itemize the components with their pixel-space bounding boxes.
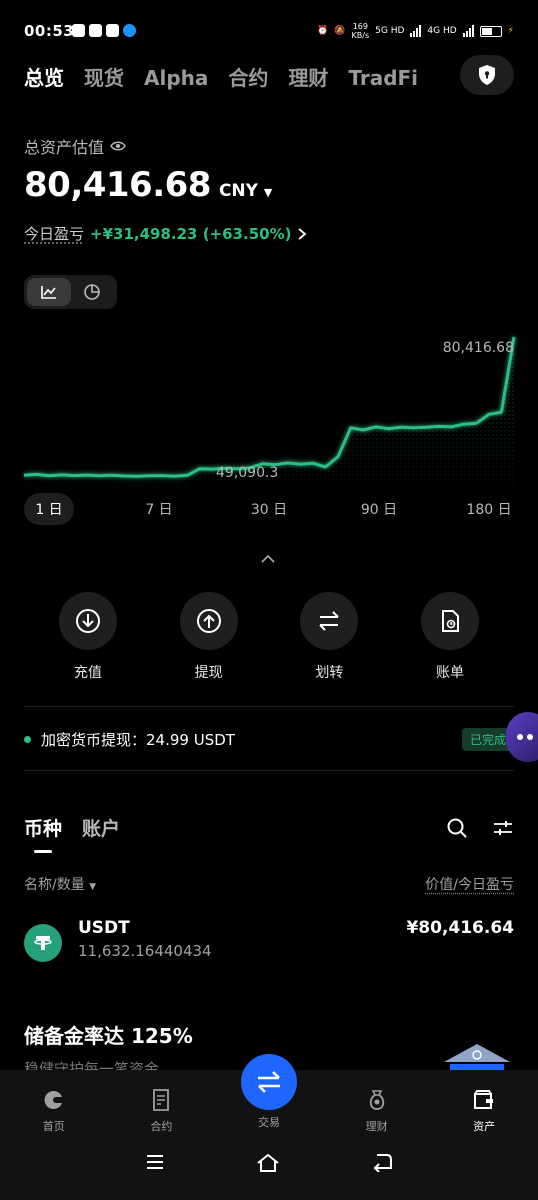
transfer-icon: [300, 592, 359, 650]
coin-symbol: USDT: [78, 918, 130, 938]
app-notification-icon: [72, 24, 85, 37]
deposit-button[interactable]: 充值: [58, 592, 118, 682]
search-icon[interactable]: [446, 817, 468, 839]
range-90d[interactable]: 90 日: [354, 493, 404, 525]
home-icon: [44, 1091, 62, 1109]
status-right: ⏰ 🔕 169 KB/s 5G HD 4G HD ⚡: [317, 22, 514, 40]
tab-tradfi[interactable]: TradFi: [348, 66, 418, 90]
nav-home[interactable]: 首页: [19, 1088, 89, 1134]
currency-selector[interactable]: CNY ▼: [219, 181, 272, 201]
qq-notification-icon: [123, 24, 136, 37]
today-pnl[interactable]: 今日盈亏 +¥31,498.23 (+63.50%): [24, 223, 307, 244]
tab-futures[interactable]: 合约: [228, 62, 268, 91]
range-30d[interactable]: 30 日: [244, 493, 294, 525]
filter-icon[interactable]: [492, 817, 514, 839]
list-item[interactable]: USDT 11,632.16440434 ¥80,416.64: [24, 918, 514, 970]
contract-icon: [153, 1089, 170, 1111]
nav-contract[interactable]: 合约: [126, 1088, 196, 1134]
trade-icon: [258, 1071, 280, 1093]
divider: [24, 770, 514, 771]
withdrawal-notice[interactable]: 加密货币提现：24.99 USDT 已完成: [24, 728, 514, 751]
coin-info: USDT 11,632.16440434: [78, 918, 212, 960]
nav-earn[interactable]: 理财: [342, 1088, 412, 1134]
chart-type-toggle: [24, 275, 117, 309]
line-chart-icon: [40, 286, 56, 299]
notification-icons: [72, 24, 136, 37]
pnl-value: +¥31,498.23 (+63.50%): [90, 224, 292, 243]
quick-actions: 充值 提现 划转 账单: [24, 592, 514, 682]
chat-notification-icon: [106, 24, 119, 37]
notice-text: 加密货币提现：24.99 USDT: [41, 731, 235, 749]
total-value: 80,416.68: [24, 165, 211, 205]
tab-spot[interactable]: 现货: [84, 62, 124, 91]
mute-icon: 🔕: [334, 26, 346, 36]
divider: [24, 706, 514, 707]
home-system-icon[interactable]: [256, 1152, 280, 1174]
floating-assistant-icon[interactable]: [506, 712, 538, 762]
charging-icon: ⚡: [507, 26, 514, 36]
tab-alpha[interactable]: Alpha: [144, 66, 208, 90]
time-range-selector: 1 日 7 日 30 日 90 日 180 日: [24, 493, 514, 525]
tab-coins[interactable]: 币种: [24, 814, 62, 853]
coin-value: ¥80,416.64: [406, 918, 514, 938]
estimate-label: 总资产估值: [24, 134, 126, 158]
reserve-title: 储备金率达 125%: [24, 1024, 193, 1048]
range-180d[interactable]: 180 日: [464, 493, 514, 525]
bank-illustration-icon: [444, 1044, 510, 1074]
network-speed: 169 KB/s: [351, 22, 370, 40]
transfer-button[interactable]: 划转: [299, 592, 359, 682]
tab-earn[interactable]: 理财: [288, 62, 328, 91]
network-5g: 5G HD: [375, 26, 405, 36]
total-balance: 80,416.68 CNY ▼: [24, 165, 272, 205]
column-headers: 名称/数量 ▼ 价值/今日盈亏: [24, 874, 514, 894]
status-dot: [24, 736, 31, 743]
caret-down-icon: ▼: [263, 186, 273, 199]
coin-amount: 11,632.16440434: [78, 942, 212, 960]
bill-button[interactable]: 账单: [420, 592, 480, 682]
mail-notification-icon: [89, 24, 102, 37]
pie-chart-toggle[interactable]: [71, 278, 115, 306]
deposit-icon: [59, 592, 117, 650]
tab-overview[interactable]: 总览: [24, 62, 64, 91]
chart-min-label: 49,090.3: [216, 465, 279, 481]
caret-down-icon: ▼: [89, 882, 97, 892]
withdraw-icon: [179, 592, 238, 650]
withdraw-button[interactable]: 提现: [179, 592, 239, 682]
shield-icon: [479, 65, 495, 85]
asset-tabs: 币种 账户: [24, 814, 120, 853]
network-4g: 4G HD: [427, 26, 457, 36]
line-chart-toggle[interactable]: [27, 278, 71, 306]
trade-button[interactable]: [241, 1054, 297, 1110]
range-7d[interactable]: 7 日: [134, 493, 184, 525]
tab-accounts[interactable]: 账户: [82, 814, 120, 841]
wallet-icon: [474, 1090, 494, 1109]
range-1d[interactable]: 1 日: [24, 493, 74, 525]
tether-logo-icon: [24, 924, 62, 962]
pnl-label: 今日盈亏: [24, 225, 85, 243]
battery-icon: [479, 25, 502, 37]
top-tabs: 总览 现货 Alpha 合约 理财 TradFi: [24, 62, 418, 91]
alarm-icon: ⏰: [317, 26, 329, 36]
signal-icon-2: [462, 25, 474, 37]
value-pnl-header[interactable]: 价值/今日盈亏: [425, 874, 514, 894]
trade-label: 交易: [258, 1116, 280, 1129]
asset-tools: [446, 817, 514, 839]
security-button[interactable]: [460, 55, 514, 95]
back-icon[interactable]: [371, 1152, 393, 1172]
pie-chart-icon: [84, 284, 101, 300]
nav-assets[interactable]: 资产: [449, 1088, 519, 1134]
chevron-right-icon: [298, 227, 307, 240]
eye-icon[interactable]: [110, 140, 126, 152]
bill-icon: [420, 592, 479, 650]
collapse-chevron-icon[interactable]: [259, 553, 277, 565]
menu-icon[interactable]: [145, 1152, 165, 1172]
system-navigation: [0, 1152, 538, 1174]
earn-icon: [369, 1090, 384, 1110]
sort-name-amount[interactable]: 名称/数量 ▼: [24, 874, 96, 894]
chart-max-label: 80,416.68: [442, 340, 514, 356]
status-time: 00:53: [24, 22, 75, 40]
signal-icon: [410, 25, 422, 37]
